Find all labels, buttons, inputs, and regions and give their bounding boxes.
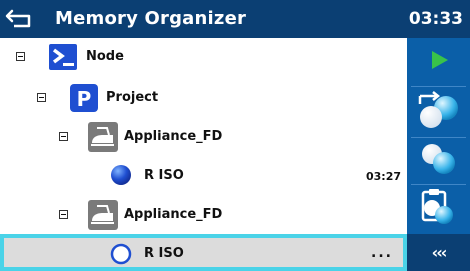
iron-appliance-icon: [88, 200, 118, 234]
collapse-panel-button[interactable]: ‹‹‹: [407, 234, 470, 271]
tree-row-node[interactable]: Node: [0, 38, 407, 74]
clone-arrow-icon: [416, 90, 462, 134]
play-icon: [428, 49, 450, 75]
project-label: Project: [106, 90, 159, 105]
filled-circle-icon: [110, 164, 132, 190]
clone-button[interactable]: [407, 87, 470, 137]
header-bar: Memory Organizer 03:33: [0, 0, 470, 38]
appliance-label: Appliance_FD: [124, 207, 223, 222]
clock: 03:33: [408, 9, 463, 29]
tree-row-project[interactable]: P Project: [0, 79, 407, 115]
tree-row-test[interactable]: R ISO 03:27: [0, 156, 407, 194]
node-label: Node: [86, 49, 124, 64]
iron-appliance-icon: [88, 122, 118, 156]
collapse-toggle[interactable]: [59, 132, 68, 141]
paste-button[interactable]: [407, 185, 470, 233]
collapse-toggle[interactable]: [37, 93, 46, 102]
paste-clipboard-icon: [420, 187, 458, 231]
svg-text:P: P: [77, 87, 92, 111]
empty-circle-icon: [110, 243, 132, 269]
action-sidebar: ‹‹‹: [407, 38, 470, 271]
test-time: 03:27: [365, 170, 401, 183]
back-arrow-icon[interactable]: [5, 7, 37, 31]
page-title: Memory Organizer: [55, 8, 247, 29]
copy-button[interactable]: [407, 138, 470, 184]
copy-circles-icon: [418, 140, 460, 182]
tree-row-test-selected[interactable]: R ISO ...: [0, 234, 407, 271]
tree-row-appliance[interactable]: Appliance_FD: [0, 196, 407, 232]
collapse-toggle[interactable]: [59, 210, 68, 219]
test-label: R ISO: [144, 246, 184, 261]
collapse-toggle[interactable]: [16, 52, 25, 61]
test-status: ...: [371, 245, 393, 261]
project-p-icon: P: [70, 84, 98, 116]
appliance-label: Appliance_FD: [124, 129, 223, 144]
memory-tree: Node P Project Appliance_FD R ISO 03:27 …: [0, 38, 407, 271]
run-button[interactable]: [407, 38, 470, 86]
test-label: R ISO: [144, 168, 184, 183]
tree-row-appliance[interactable]: Appliance_FD: [0, 118, 407, 154]
terminal-prompt-icon: [49, 44, 77, 74]
